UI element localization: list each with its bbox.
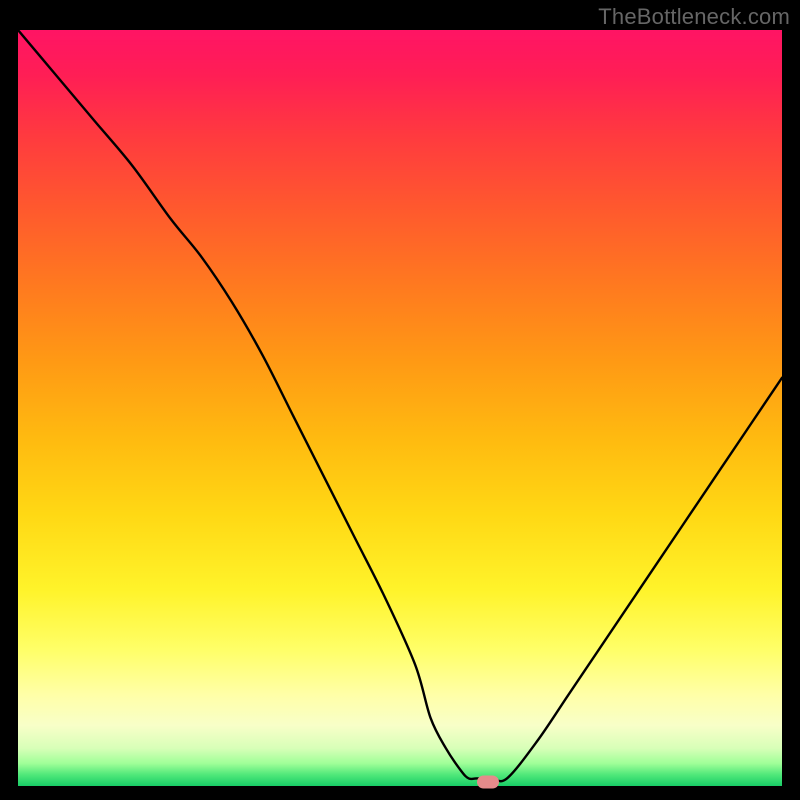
watermark-text: TheBottleneck.com — [598, 4, 790, 30]
bottleneck-curve — [18, 30, 782, 786]
plot-area — [18, 30, 782, 786]
optimum-marker — [477, 776, 499, 789]
chart-frame: TheBottleneck.com — [0, 0, 800, 800]
